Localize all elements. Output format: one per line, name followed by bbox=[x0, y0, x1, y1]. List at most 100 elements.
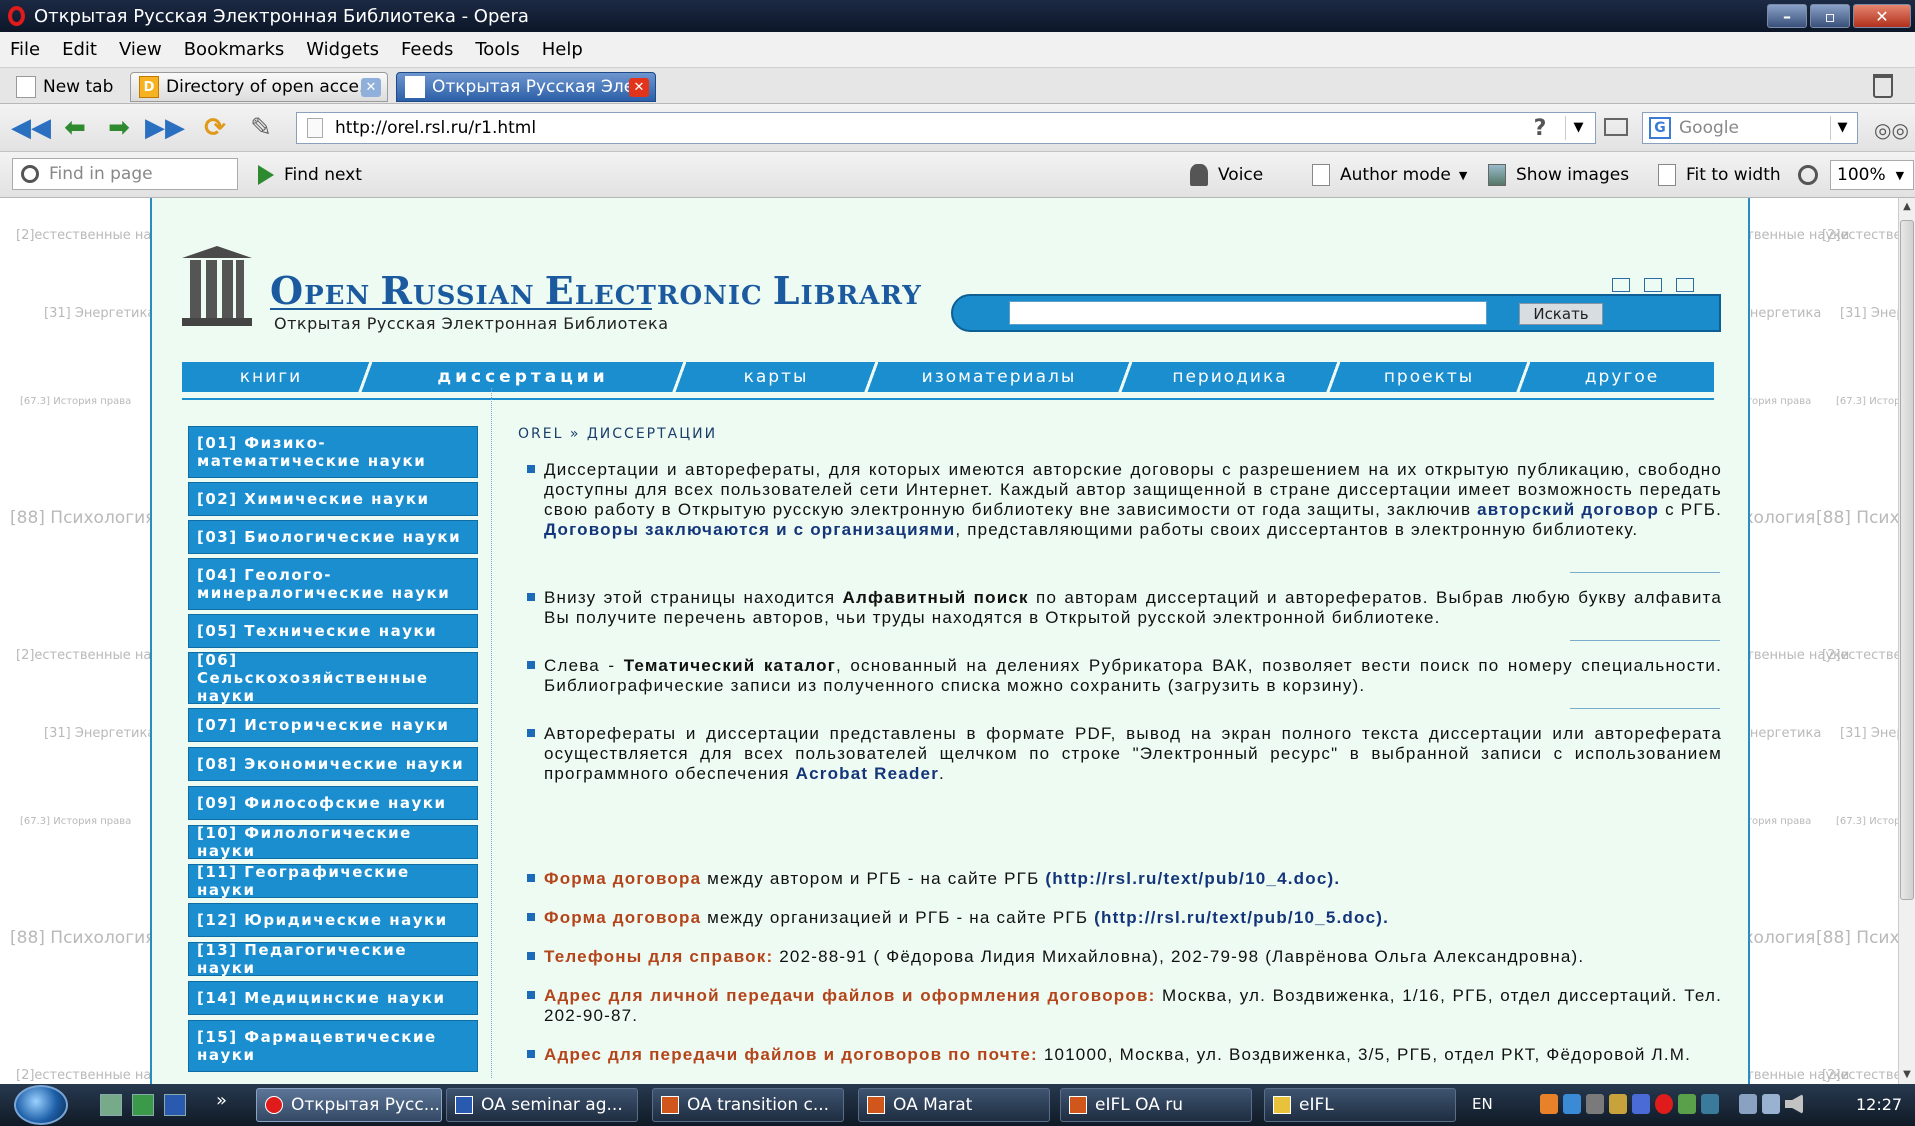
nav-tab-images[interactable]: изоматериалы bbox=[878, 362, 1120, 392]
vertical-scrollbar[interactable]: ▲ ▼ bbox=[1898, 198, 1915, 1084]
menu-bookmarks[interactable]: Bookmarks bbox=[184, 39, 285, 60]
tray-icon[interactable] bbox=[1540, 1094, 1558, 1114]
edit-pencil-icon[interactable]: ✎ bbox=[246, 113, 276, 143]
close-tab-icon[interactable]: ✕ bbox=[361, 78, 381, 97]
search-engine-field[interactable]: G Google ▼ bbox=[1642, 112, 1858, 144]
back-arrow-icon[interactable]: ⬅ bbox=[60, 113, 90, 143]
catalog-item[interactable]: [11] Географические науки bbox=[188, 863, 478, 899]
tab-directory[interactable]: D Directory of open acce... ✕ bbox=[130, 72, 388, 102]
catalog-item[interactable]: [13] Педагогические науки bbox=[188, 941, 478, 977]
tray-icon[interactable] bbox=[1678, 1094, 1696, 1114]
new-tab-button[interactable]: New tab bbox=[8, 72, 130, 102]
menu-widgets[interactable]: Widgets bbox=[306, 39, 379, 60]
catalog-item[interactable]: [03] Биологические науки bbox=[188, 520, 478, 554]
nav-tab-other[interactable]: другое bbox=[1530, 362, 1714, 392]
tab-orel[interactable]: Открытая Русская Эле... ✕ bbox=[396, 72, 656, 102]
rewind-icon[interactable]: ◀◀ bbox=[11, 113, 51, 143]
scroll-down-icon[interactable]: ▼ bbox=[1899, 1066, 1915, 1084]
fit-to-width-button[interactable]: Fit to width bbox=[1658, 152, 1781, 198]
taskbar-item[interactable]: Открытая Русс... bbox=[256, 1088, 442, 1122]
contract-doc-link[interactable]: (http://rsl.ru/text/pub/10_4.doc). bbox=[1045, 869, 1340, 888]
monitor-icon[interactable] bbox=[1762, 1094, 1780, 1114]
taskbar-item[interactable]: OA transition c... bbox=[652, 1088, 844, 1122]
site-logo-title[interactable]: OPEN RUSSIAN ELECTRONIC LIBRARY bbox=[270, 268, 922, 313]
start-button-icon[interactable] bbox=[14, 1085, 68, 1125]
home-icon[interactable] bbox=[1612, 278, 1630, 292]
fast-forward-icon[interactable]: ▶▶ bbox=[145, 113, 185, 143]
menu-file[interactable]: File bbox=[10, 39, 40, 60]
menu-tools[interactable]: Tools bbox=[475, 39, 519, 60]
scrollbar-thumb[interactable] bbox=[1900, 220, 1914, 900]
glasses-icon[interactable]: ◎◎ bbox=[1874, 118, 1909, 142]
minimize-button[interactable]: – bbox=[1767, 4, 1807, 28]
menu-help[interactable]: Help bbox=[542, 39, 583, 60]
mail-icon[interactable] bbox=[1604, 118, 1628, 136]
voice-button[interactable]: Voice bbox=[1190, 152, 1263, 198]
tray-icon[interactable] bbox=[1632, 1094, 1650, 1114]
find-in-page-input[interactable]: Find in page bbox=[12, 158, 238, 190]
catalog-item[interactable]: [04] Геолого-минералогические науки bbox=[188, 558, 478, 610]
catalog-item[interactable]: [10] Филологические науки bbox=[188, 824, 478, 860]
close-window-button[interactable]: ✕ bbox=[1853, 4, 1911, 28]
catalog-item[interactable]: [08] Экономические науки bbox=[188, 747, 478, 781]
maximize-button[interactable]: ▫ bbox=[1810, 4, 1850, 28]
catalog-item[interactable]: [06] Сельскохозяйственные науки bbox=[188, 651, 478, 705]
contract-doc-link[interactable]: (http://rsl.ru/text/pub/10_5.doc). bbox=[1094, 908, 1389, 927]
word-icon[interactable] bbox=[164, 1094, 186, 1116]
keyboard-icon[interactable] bbox=[1676, 278, 1694, 292]
network-icon[interactable] bbox=[1739, 1094, 1757, 1114]
trash-icon[interactable] bbox=[1873, 74, 1893, 98]
catalog-item[interactable]: [07] Исторические науки bbox=[188, 708, 478, 742]
catalog-item[interactable]: [05] Технические науки bbox=[188, 614, 478, 648]
quick-launch-icon[interactable] bbox=[100, 1094, 122, 1116]
taskbar-item[interactable]: eIFL bbox=[1264, 1088, 1456, 1122]
catalog-item[interactable]: [12] Юридические науки bbox=[188, 903, 478, 937]
catalog-item[interactable]: [14] Медицинские науки bbox=[188, 981, 478, 1015]
rsl-building-logo-icon[interactable] bbox=[182, 228, 252, 326]
acrobat-reader-link[interactable]: Acrobat Reader bbox=[796, 764, 939, 783]
contract-form-link[interactable]: Форма договора bbox=[544, 869, 701, 888]
tray-icon[interactable] bbox=[1563, 1094, 1581, 1114]
reload-icon[interactable]: ⟳ bbox=[200, 113, 230, 143]
zoom-select[interactable]: 100% ▼ bbox=[1830, 160, 1914, 190]
tray-icon[interactable] bbox=[1586, 1094, 1604, 1114]
show-images-button[interactable]: Show images bbox=[1488, 152, 1629, 198]
close-tab-icon[interactable]: ✕ bbox=[629, 78, 649, 97]
menu-feeds[interactable]: Feeds bbox=[401, 39, 453, 60]
taskbar-item[interactable]: OA Marat bbox=[858, 1088, 1050, 1122]
search-dropdown-icon[interactable]: ▼ bbox=[1830, 116, 1854, 140]
catalog-item[interactable]: [15] Фармацевтические науки bbox=[188, 1020, 478, 1072]
scroll-up-icon[interactable]: ▲ bbox=[1899, 198, 1915, 216]
site-search-button[interactable]: Искать bbox=[1519, 303, 1603, 325]
nav-tab-maps[interactable]: карты bbox=[686, 362, 866, 392]
address-dropdown-icon[interactable]: ▼ bbox=[1565, 116, 1591, 140]
catalog-item[interactable]: [09] Философские науки bbox=[188, 786, 478, 820]
author-contract-link[interactable]: авторский договор bbox=[1477, 500, 1659, 519]
more-chevron-icon[interactable]: » bbox=[216, 1090, 227, 1111]
organization-contracts-link[interactable]: Договоры заключаются и с организациями bbox=[544, 520, 955, 539]
nav-tab-books[interactable]: книги bbox=[182, 362, 360, 392]
zoom-icon[interactable] bbox=[1798, 152, 1828, 198]
address-field[interactable]: http://orel.rsl.ru/r1.html ? ▼ bbox=[296, 112, 1596, 144]
tray-icon[interactable] bbox=[1655, 1094, 1673, 1114]
catalog-item[interactable]: [01] Физико-математические науки bbox=[188, 426, 478, 478]
find-next-button[interactable]: Find next bbox=[258, 152, 362, 198]
volume-icon[interactable] bbox=[1785, 1094, 1803, 1114]
author-mode-button[interactable]: Author mode ▼ bbox=[1312, 152, 1467, 198]
language-indicator[interactable]: EN bbox=[1472, 1095, 1493, 1113]
nav-tab-projects[interactable]: проекты bbox=[1340, 362, 1518, 392]
menu-view[interactable]: View bbox=[119, 39, 162, 60]
forward-arrow-icon[interactable]: ➡ bbox=[104, 113, 134, 143]
mail-icon[interactable] bbox=[1644, 278, 1662, 292]
menu-edit[interactable]: Edit bbox=[62, 39, 97, 60]
contract-form-link[interactable]: Форма договора bbox=[544, 908, 701, 927]
excel-icon[interactable] bbox=[132, 1094, 154, 1116]
catalog-item[interactable]: [02] Химические науки bbox=[188, 482, 478, 516]
nav-tab-dissertations[interactable]: диссертации bbox=[372, 362, 674, 392]
nav-tab-periodicals[interactable]: периодика bbox=[1132, 362, 1328, 392]
tray-icon[interactable] bbox=[1701, 1094, 1719, 1114]
taskbar-item[interactable]: OA seminar ag... bbox=[446, 1088, 638, 1122]
taskbar-item[interactable]: eIFL OA ru bbox=[1060, 1088, 1252, 1122]
site-info-icon[interactable]: ? bbox=[1527, 116, 1553, 141]
site-search-input[interactable] bbox=[1009, 301, 1487, 325]
